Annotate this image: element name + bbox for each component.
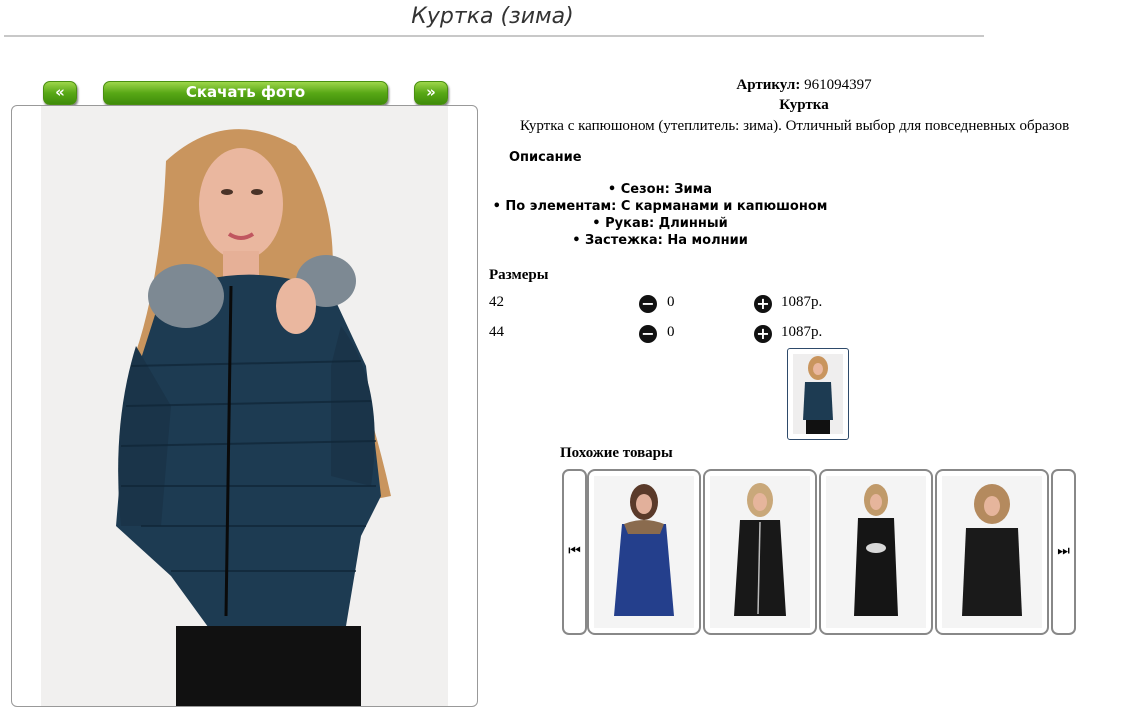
carousel-next-button[interactable]: ⏭ [1051, 469, 1076, 635]
similar-product-card[interactable] [935, 469, 1049, 635]
description-heading: Описание [509, 150, 582, 165]
quantity-value: 0 [667, 324, 675, 340]
similar-product-card[interactable] [703, 469, 817, 635]
description-item: • Сезон: Зима [607, 182, 713, 197]
description-item: • По элементам: С карманами и капюшоном [492, 199, 828, 214]
main-photo-frame [11, 105, 478, 707]
similar-product-image [826, 476, 926, 628]
next-photo-button[interactable]: » [414, 81, 448, 105]
product-name: Куртка [779, 97, 829, 113]
product-description: Куртка с капюшоном (утеплитель: зима). О… [520, 118, 1070, 134]
similar-product-image [710, 476, 810, 628]
previous-photo-button[interactable]: « [43, 81, 77, 105]
decrease-quantity-button[interactable]: − [639, 295, 657, 313]
product-thumbnail[interactable] [787, 348, 849, 440]
size-row: 42 − 0 + 1087р. [489, 294, 889, 314]
size-price: 1087р. [781, 294, 823, 310]
download-photo-button[interactable]: Скачать фото [103, 81, 388, 105]
size-value: 44 [489, 324, 504, 340]
sku-line: Артикул: 961094397 [480, 77, 1128, 94]
main-product-photo[interactable] [41, 106, 448, 706]
sku-value: 961094397 [804, 77, 872, 93]
increase-quantity-button[interactable]: + [754, 325, 772, 343]
size-row: 44 − 0 + 1087р. [489, 324, 889, 344]
decrease-quantity-button[interactable]: − [639, 325, 657, 343]
description-item: • Застежка: На молнии [572, 233, 748, 248]
sizes-heading: Размеры [489, 267, 549, 283]
description-item: • Рукав: Длинный [592, 216, 728, 231]
similar-product-card[interactable] [819, 469, 933, 635]
similar-product-card[interactable] [587, 469, 701, 635]
size-price: 1087р. [781, 324, 823, 340]
size-value: 42 [489, 294, 504, 310]
similar-product-image [594, 476, 694, 628]
description-list: • Сезон: Зима • По элементам: С карманам… [480, 181, 840, 249]
increase-quantity-button[interactable]: + [754, 295, 772, 313]
page-title: Куртка (зима) [411, 4, 574, 29]
sku-label: Артикул: [736, 77, 801, 93]
thumbnail-image [793, 354, 843, 434]
similar-products-heading: Похожие товары [560, 445, 673, 461]
carousel-prev-button[interactable]: ⏮ [562, 469, 587, 635]
title-divider [4, 35, 984, 37]
similar-product-image [942, 476, 1042, 628]
quantity-value: 0 [667, 294, 675, 310]
